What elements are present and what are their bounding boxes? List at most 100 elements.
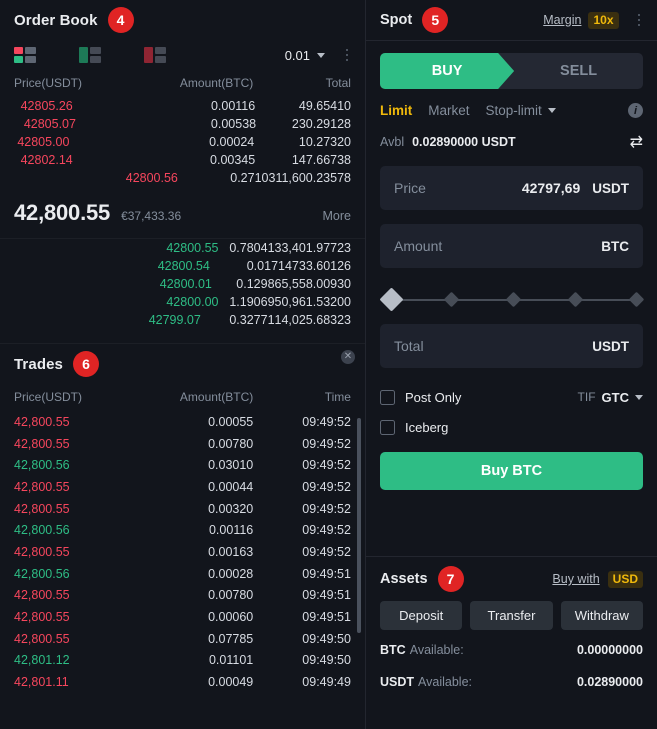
leverage-badge[interactable]: 10x <box>588 11 619 29</box>
deposit-button[interactable]: Deposit <box>380 601 463 630</box>
trade-row: 42,800.55 0.00163 09:49:52 <box>0 541 365 563</box>
asks-view-icon[interactable] <box>144 47 166 63</box>
step-badge-6: 6 <box>72 351 99 377</box>
ask-row[interactable]: 42805.07 0.00538 230.29128 <box>0 115 365 133</box>
slider-tick-75[interactable] <box>567 291 584 308</box>
balance-row: USDT Available: 0.02890000 <box>380 670 643 694</box>
both-view-icon[interactable] <box>14 47 36 63</box>
col-amount: Amount(BTC) <box>179 76 254 90</box>
buy-with-group: Buy with USD <box>552 570 643 588</box>
buy-tab[interactable]: BUY <box>380 53 514 89</box>
total-unit: USDT <box>592 338 629 354</box>
tif-select[interactable]: TIF GTC <box>578 390 643 405</box>
cell-total: 10.27320 <box>298 135 352 149</box>
trade-row: 42,800.56 0.00116 09:49:52 <box>0 519 365 541</box>
price-input[interactable]: Price 42797,69 USDT <box>380 166 643 210</box>
trades-list[interactable]: 42,800.55 0.00055 09:49:52 42,800.55 0.00780… <box>0 411 365 729</box>
col-price: Price(USDT) <box>14 76 82 90</box>
step-badge-4: 4 <box>107 7 134 33</box>
amount-percent-slider[interactable] <box>379 287 645 312</box>
bid-row[interactable]: 42800.54 0.01714 733.60126 <box>0 257 365 275</box>
side-toggle-wrap: BUY SELL <box>366 41 657 89</box>
tick-size-select[interactable]: 0.01 <box>285 48 325 63</box>
ask-row[interactable]: 42805.00 0.00024 10.27320 <box>0 133 365 151</box>
margin-group: Margin 10x <box>543 11 619 29</box>
orderbook-trades-column: Order Book 4 0.01 Price(USDT) Amount(BTC… <box>0 0 366 729</box>
order-type-tabs: Limit Market Stop-limit i <box>366 89 657 118</box>
tab-stop-limit[interactable]: Stop-limit <box>486 103 556 118</box>
info-icon[interactable]: i <box>628 103 643 118</box>
ask-row[interactable]: 42800.56 0.27103 11,600.23578 <box>0 169 365 187</box>
cell-price: 42800.55 <box>166 241 219 255</box>
cell-total: 49.65410 <box>298 99 352 113</box>
cell-time: 09:49:52 <box>302 436 351 451</box>
cell-time: 09:49:52 <box>302 523 351 538</box>
cell-total: 147.66738 <box>291 153 352 167</box>
trade-row: 42,800.55 0.00780 09:49:52 <box>0 433 365 455</box>
cell-amount: 0.01101 <box>208 653 254 668</box>
post-only-label[interactable]: Post Only <box>405 390 461 405</box>
orderbook-menu-icon[interactable] <box>343 46 352 65</box>
cell-price: 42805.07 <box>23 117 76 131</box>
bid-row[interactable]: 42800.00 1.19069 50,961.53200 <box>0 293 365 311</box>
assets-header: Assets 7 Buy with USD <box>380 557 643 601</box>
assets-panel: Assets 7 Buy with USD Deposit Transfer W… <box>366 556 657 729</box>
col-price: Price(USDT) <box>14 390 82 404</box>
tab-limit[interactable]: Limit <box>380 103 412 118</box>
bids-view-icon[interactable] <box>79 47 101 63</box>
last-price: 42,800.55 <box>14 200 111 225</box>
more-link[interactable]: More <box>323 209 351 223</box>
trades-scrollbar[interactable] <box>357 418 361 633</box>
iceberg-checkbox[interactable] <box>380 419 395 435</box>
trades-panel: ✕ Trades 6 Price(USDT) Amount(BTC) Time … <box>0 344 365 729</box>
trade-row: 42,800.55 0.00060 09:49:51 <box>0 606 365 628</box>
transfer-button[interactable]: Transfer <box>470 601 553 630</box>
spot-header: Spot 5 Margin 10x <box>366 0 657 41</box>
cell-price: 42800.54 <box>157 259 210 273</box>
close-icon[interactable]: ✕ <box>341 350 355 364</box>
cell-amount: 0.00044 <box>208 479 254 494</box>
iceberg-label[interactable]: Iceberg <box>405 420 448 435</box>
order-options: Post Only TIF GTC Iceberg <box>366 368 657 442</box>
currency-badge[interactable]: USD <box>607 570 643 588</box>
cell-price: 42,800.55 <box>14 631 70 646</box>
cell-price: 42,800.55 <box>14 610 70 625</box>
withdraw-button[interactable]: Withdraw <box>560 601 643 630</box>
bid-row[interactable]: 42800.01 0.12986 5,558.00930 <box>0 275 365 293</box>
order-entry-column: Spot 5 Margin 10x BUY SELL Limit Market … <box>366 0 657 729</box>
cell-price: 42,800.55 <box>14 479 70 494</box>
sell-tab[interactable]: SELL <box>514 53 643 89</box>
margin-link[interactable]: Margin <box>543 13 581 27</box>
bid-row[interactable]: 42800.55 0.78041 33,401.97723 <box>0 239 365 257</box>
slider-handle[interactable] <box>379 287 404 312</box>
price-label: Price <box>394 180 426 196</box>
chevron-down-icon <box>547 108 556 113</box>
cell-price: 42805.00 <box>17 135 70 149</box>
slider-tick-25[interactable] <box>443 291 460 308</box>
available-value: 0.02890000 USDT <box>412 135 516 149</box>
buy-btc-button[interactable]: Buy BTC <box>380 452 643 490</box>
amount-input[interactable]: Amount BTC <box>380 224 643 268</box>
ask-row[interactable]: 42805.26 0.00116 49.65410 <box>0 97 365 115</box>
swap-icon[interactable]: ⇄ <box>630 132 643 152</box>
cell-amount: 0.00345 <box>210 153 256 167</box>
post-only-checkbox[interactable] <box>380 389 395 405</box>
tif-label: TIF <box>577 390 596 404</box>
fiat-price: €37,433.36 <box>121 209 182 223</box>
spot-menu-icon[interactable] <box>635 11 644 30</box>
cell-price: 42800.01 <box>159 277 212 291</box>
buy-with-link[interactable]: Buy with <box>552 572 599 586</box>
cell-time: 09:49:51 <box>302 566 351 581</box>
bid-row[interactable]: 42799.07 0.32771 14,025.68323 <box>0 311 365 329</box>
cell-amount: 0.00116 <box>210 99 256 113</box>
tab-market[interactable]: Market <box>428 103 469 118</box>
ask-row[interactable]: 42802.14 0.00345 147.66738 <box>0 151 365 169</box>
page-title: Order Book <box>14 11 98 29</box>
slider-tick-50[interactable] <box>505 291 522 308</box>
slider-tick-100[interactable] <box>628 291 645 308</box>
price-value: 42797,69 <box>521 180 581 196</box>
cell-amount: 0.00780 <box>208 436 254 451</box>
cell-price: 42802.14 <box>20 153 73 167</box>
trade-row: 42,800.56 0.00028 09:49:51 <box>0 563 365 585</box>
total-input[interactable]: Total USDT <box>380 324 643 368</box>
